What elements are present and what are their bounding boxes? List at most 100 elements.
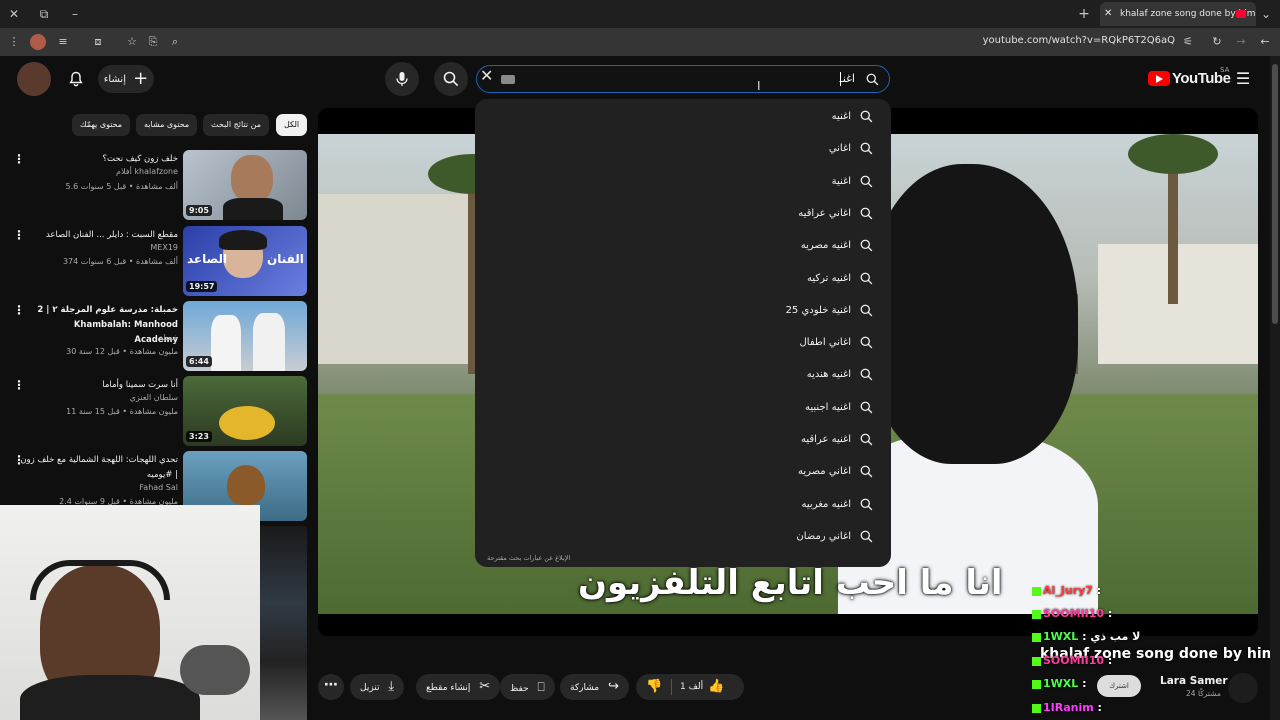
search-suggestion[interactable]: اغنيه تركيه	[807, 269, 873, 289]
search-suggestion[interactable]: اغنيه مغربيه	[802, 495, 873, 515]
chat-message: 1WXL :	[1032, 677, 1087, 690]
chip-related[interactable]: محتوى مشابه	[136, 114, 198, 136]
menu-dots-icon[interactable]: ⋮	[6, 34, 22, 50]
rec-title[interactable]: خلف زون كيف نحت؟	[18, 152, 178, 167]
suggestion-text: اغنيه مصريه	[800, 240, 851, 252]
suggestion-text: اغاني مصريه	[797, 466, 851, 478]
clip-button[interactable]: إنشاء مقطع ✂	[416, 674, 501, 700]
restore-window-icon[interactable]: ⧉	[36, 6, 52, 22]
suggestion-text: اغنيه	[831, 111, 851, 122]
search-suggestion[interactable]: اغاني عراقيه	[798, 204, 873, 224]
address-bar-url[interactable]: youtube.com/watch?v=RQkP6T2Q6aQ	[960, 35, 1175, 46]
search-suggestion[interactable]: اغنيه مصريه	[801, 236, 873, 256]
youtube-header: إنشاء + اغنـ ☰	[0, 56, 1270, 102]
search-suggestion[interactable]: اغنيه اجنبيه	[805, 398, 873, 418]
more-options-icon[interactable]: ⋮	[13, 303, 25, 317]
profile-avatar-icon[interactable]	[30, 34, 46, 50]
suggestion-search-icon	[860, 498, 873, 510]
suggestion-text: اغنية خلودي 25	[785, 304, 851, 316]
rec-channel[interactable]: أفلام khalafzone	[116, 167, 178, 176]
rec-channel[interactable]: خمبلة	[159, 333, 178, 342]
suggestion-search-icon	[860, 401, 873, 414]
youtube-play-icon	[1148, 71, 1170, 86]
search-suggestion[interactable]: اغنيه هنديه	[807, 365, 873, 385]
recommendation-item[interactable]: ⋮ أنا سرت سمينا وأماما سلطان العنزي 11 م…	[0, 376, 310, 446]
dislike-icon[interactable]: 👎	[646, 674, 662, 700]
save-button[interactable]: حفظ ⎕	[500, 674, 555, 700]
download-button[interactable]: تنزيل ⤓	[350, 674, 405, 700]
search-suggestion[interactable]: اغنيه عراقيه	[801, 430, 873, 450]
rec-title[interactable]: خمبلة: مدرسة علوم المرجلة ٢ | 2 Khambala…	[28, 303, 178, 348]
chip-from-search[interactable]: من نتائج البحث	[203, 114, 270, 136]
hamburger-menu-icon[interactable]: ☰	[1226, 62, 1260, 96]
search-suggestion[interactable]: اغاني	[829, 139, 873, 159]
rec-title[interactable]: مقطع السبت : دايلر ... الفنان الصاعد	[18, 228, 178, 243]
subscribe-badge[interactable]: اشترك	[1097, 675, 1141, 697]
search-suggestion[interactable]: اغاني مصريه	[798, 462, 873, 482]
create-button-label: إنشاء	[103, 74, 126, 85]
rec-title[interactable]: تحدي اللهجات: اللهجة الشمالية مع خلف زون…	[18, 453, 178, 483]
kick-badge-icon	[1032, 656, 1041, 666]
report-suggestions-link[interactable]: الإبلاغ عن عبارات بحث مقترحة	[487, 554, 570, 562]
minimize-window-icon[interactable]: –	[67, 6, 83, 22]
chip-all[interactable]: الكل	[276, 114, 308, 136]
tune-icon[interactable]: ⚟	[1180, 34, 1196, 50]
rec-channel[interactable]: MEX19	[150, 243, 178, 252]
rec-duration: 6:44	[186, 356, 212, 367]
back-icon[interactable]: ←	[1257, 34, 1273, 50]
rec-title[interactable]: أنا سرت سمينا وأماما	[18, 378, 178, 393]
chip-for-you[interactable]: محتوى يهمّك	[72, 114, 131, 136]
close-window-icon[interactable]: ✕	[6, 6, 22, 22]
clear-search-icon[interactable]: ✕	[480, 66, 493, 85]
tab-list-icon[interactable]: ⌄	[1258, 6, 1274, 22]
close-tab-icon[interactable]: ✕	[1104, 2, 1112, 26]
rec-channel[interactable]: سلطان العنزي	[130, 393, 178, 402]
create-button[interactable]: إنشاء +	[98, 65, 154, 93]
reload-icon[interactable]: ↻	[1209, 34, 1225, 50]
search-suggestion[interactable]: اغنيه	[832, 107, 873, 127]
share-button[interactable]: مشاركة ↪	[560, 674, 629, 700]
more-actions-button[interactable]: ⋯	[318, 674, 344, 700]
keyboard-icon[interactable]	[501, 75, 515, 84]
scrollbar-thumb[interactable]	[1272, 64, 1278, 324]
bookmark-star-icon[interactable]: ☆	[124, 34, 140, 50]
chat-username: Al_Jury7	[1043, 584, 1093, 597]
page-scrollbar[interactable]	[1270, 56, 1280, 720]
rec-channel[interactable]: Fahad Sal	[139, 483, 178, 492]
download-label: تنزيل	[360, 683, 380, 693]
search-button-icon[interactable]	[434, 62, 468, 96]
notifications-bell-icon[interactable]	[59, 62, 93, 96]
recommendation-item[interactable]: ⋮ خلف زون كيف نحت؟ أفلام khalafzone 5.6 …	[0, 150, 310, 220]
recommendation-item[interactable]: ⋮ خمبلة: مدرسة علوم المرجلة ٢ | 2 Khamba…	[0, 301, 310, 371]
suggestion-search-icon	[860, 368, 873, 381]
download-icon: ⤓	[388, 679, 395, 694]
active-tab[interactable]: ✕ khalaf zone song done by him	[1100, 2, 1256, 26]
search-query-text: اغنـ	[839, 72, 855, 85]
voice-search-mic-icon[interactable]	[385, 62, 419, 96]
chat-username: 1WXL	[1043, 630, 1079, 643]
recommendation-item[interactable]: ⋮ مقطع السبت : دايلر ... الفنان الصاعد M…	[0, 226, 310, 296]
scissors-icon: ✂	[479, 679, 491, 694]
account-avatar[interactable]	[17, 62, 51, 96]
chat-username: SOOMII10	[1043, 607, 1105, 620]
search-suggestion[interactable]: اغنية خلودي 25	[786, 301, 873, 321]
youtube-favicon-icon	[1236, 10, 1246, 18]
rec-thumbnail-partial[interactable]	[260, 526, 307, 720]
channel-avatar[interactable]	[1228, 673, 1258, 703]
suggestion-search-icon	[860, 175, 873, 187]
channel-name[interactable]: Lara Samer	[1160, 675, 1228, 687]
search-suggestion[interactable]: اغاني رمضان	[796, 527, 873, 547]
reading-list-icon[interactable]: ≡	[55, 34, 71, 50]
kick-badge-icon	[1032, 632, 1041, 642]
search-suggestion[interactable]: اغنية	[832, 172, 873, 192]
new-tab-icon[interactable]: +	[1076, 6, 1092, 22]
extensions-icon[interactable]: ⧈	[90, 34, 106, 50]
like-icon[interactable]: 👍	[708, 674, 724, 700]
suggestion-search-icon	[860, 272, 873, 284]
screenshot-icon[interactable]: ⎘	[145, 34, 161, 50]
search-suggestion[interactable]: اغاني اطفال	[800, 333, 873, 353]
chat-text: لا مب ذي	[1090, 630, 1141, 643]
search-input[interactable]: اغنـ	[476, 65, 890, 93]
zoom-icon[interactable]: ⌕	[167, 34, 183, 50]
forward-icon[interactable]: →	[1233, 34, 1249, 50]
